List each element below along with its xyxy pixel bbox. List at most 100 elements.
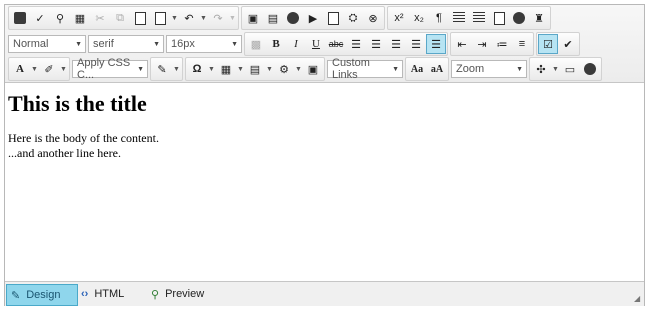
bold-button[interactable]: B	[266, 34, 286, 54]
module-manager-icon[interactable]: ▭	[560, 59, 580, 79]
underline-button[interactable]: U	[306, 34, 326, 54]
editor-mode-tabs: ✎ Design ‹› HTML ⚲ Preview	[5, 281, 644, 306]
font-size-value: 16px	[171, 38, 195, 50]
paint-brush-icon[interactable]: ✎	[152, 59, 172, 79]
font-size-up-button[interactable]: Aa	[407, 59, 427, 79]
font-color-dropdown-icon[interactable]: ▼	[30, 59, 39, 79]
indent-icon[interactable]: ⇥	[472, 34, 492, 54]
print-icon[interactable]	[10, 8, 30, 28]
link-icon[interactable]: ⊗	[363, 8, 383, 28]
toolbar-group-format: x² x₂ ¶ ♜	[387, 6, 551, 30]
font-size-select[interactable]: 16px ▼	[166, 35, 242, 53]
align-center-icon[interactable]: ☰	[366, 34, 386, 54]
bulleted-list-icon[interactable]: ≡	[512, 34, 532, 54]
paragraph-format-select[interactable]: Normal ▼	[8, 35, 86, 53]
modules-icon[interactable]: ✣	[531, 59, 551, 79]
redo-icon[interactable]: ↷	[208, 8, 228, 28]
font-size-down-button[interactable]: aA	[427, 59, 447, 79]
form-icon[interactable]	[489, 8, 509, 28]
symbol-button[interactable]: Ω	[187, 59, 207, 79]
toolbar-group-insert-2: Ω ▼ ▦ ▼ ▤ ▼ ⚙ ▼ ▣	[185, 57, 325, 81]
table-dropdown-icon[interactable]: ▼	[236, 59, 245, 79]
paste-special-icon[interactable]	[150, 8, 170, 28]
tab-design[interactable]: ✎ Design	[6, 284, 78, 306]
select-all-icon[interactable]: ▦	[70, 8, 90, 28]
content-line-2: ...and another line here.	[8, 146, 121, 160]
tab-html-label: HTML	[94, 288, 125, 300]
chevron-down-icon: ▼	[392, 65, 399, 73]
zoom-select[interactable]: Zoom ▼	[451, 60, 527, 78]
chevron-down-icon: ▼	[153, 40, 160, 48]
code-icon: ‹›	[81, 288, 89, 300]
redo-dropdown-icon[interactable]: ▼	[228, 8, 237, 28]
snippet-icon[interactable]: ⚙	[274, 59, 294, 79]
toolbar-row-2: Normal ▼ serif ▼ 16px ▼ ▩ B I U abc ☰ ☰ ☰ ☰…	[8, 32, 582, 56]
paragraph-icon[interactable]: ¶	[429, 8, 449, 28]
numbered-list-icon[interactable]: ≔	[492, 34, 512, 54]
custom-links-select[interactable]: Custom Links ▼	[327, 57, 403, 81]
image-manager-icon[interactable]: ▣	[303, 59, 323, 79]
css-class-select[interactable]: Apply CSS C... ▼	[72, 57, 148, 81]
symbol-dropdown-icon[interactable]: ▼	[207, 59, 216, 79]
brush-dropdown-icon[interactable]: ▼	[172, 59, 181, 79]
chevron-down-icon: ▼	[231, 40, 238, 48]
toolbar-group-modules: ✣ ▼ ▭	[529, 57, 602, 81]
content-body: Here is the body of the content. ...and a…	[8, 131, 644, 161]
font-color-button[interactable]: A	[10, 59, 30, 79]
format-stripper-icon[interactable]	[449, 8, 469, 28]
tab-html[interactable]: ‹› HTML	[81, 284, 124, 304]
superscript-button[interactable]: x²	[389, 8, 409, 28]
document-icon[interactable]	[323, 8, 343, 28]
resize-handle-icon[interactable]: ◢	[634, 295, 642, 303]
magnifier-icon: ⚲	[151, 288, 160, 301]
xhtml-validator-icon[interactable]: ✔	[558, 34, 578, 54]
spellcheck-icon[interactable]: ✓	[30, 8, 50, 28]
align-justify-icon[interactable]: ☰	[406, 34, 426, 54]
toolbar-row-3: A ▼ ✐ ▼ Apply CSS C... ▼ ✎ ▼ Ω ▼ ▦ ▼ ▤ ▼ …	[8, 57, 604, 81]
editor-toolbar: ✓ ⚲ ▦ ✂ ⧉ ▼ ↶ ▼ ↷ ▼ ▣ ▤ ▶ ⛭ ⊗ x² x₂ ¶ ♜ …	[5, 5, 644, 83]
cut-icon[interactable]: ✂	[90, 8, 110, 28]
paste-options-dropdown-icon[interactable]: ▼	[170, 8, 179, 28]
modules-dropdown-icon[interactable]: ▼	[551, 59, 560, 79]
undo-dropdown-icon[interactable]: ▼	[199, 8, 208, 28]
flash-icon[interactable]	[283, 8, 303, 28]
align-right-icon[interactable]: ☰	[386, 34, 406, 54]
font-name-select[interactable]: serif ▼	[88, 35, 164, 53]
toolbar-group-color: A ▼ ✐ ▼	[8, 57, 70, 81]
outdent-icon[interactable]: ⇤	[452, 34, 472, 54]
template-icon[interactable]: ⛭	[343, 8, 363, 28]
italic-button[interactable]: I	[286, 34, 306, 54]
editor-content-area[interactable]: This is the title Here is the body of th…	[5, 83, 644, 281]
tab-preview[interactable]: ⚲ Preview	[151, 284, 204, 304]
media-icon[interactable]: ▶	[303, 8, 323, 28]
find-icon[interactable]: ⚲	[50, 8, 70, 28]
show-borders-icon[interactable]: ☑	[538, 34, 558, 54]
chart-pie-icon[interactable]	[509, 8, 529, 28]
form-dropdown-icon[interactable]: ▼	[265, 59, 274, 79]
strikethrough-button[interactable]: abc	[326, 34, 346, 54]
horizontal-rule-icon[interactable]	[469, 8, 489, 28]
align-left-icon[interactable]: ☰	[346, 34, 366, 54]
about-icon[interactable]	[580, 59, 600, 79]
chevron-down-icon: ▼	[137, 65, 144, 73]
toolbar-group-insert: ▣ ▤ ▶ ⛭ ⊗	[241, 6, 385, 30]
snippet-dropdown-icon[interactable]: ▼	[294, 59, 303, 79]
highlight-color-icon[interactable]: ✐	[39, 59, 59, 79]
table-icon[interactable]: ▦	[216, 59, 236, 79]
tab-preview-label: Preview	[165, 288, 205, 300]
highlight-dropdown-icon[interactable]: ▼	[59, 59, 68, 79]
image-map-icon[interactable]: ▤	[263, 8, 283, 28]
toolbar-group-tools: ✎ ▼	[150, 57, 183, 81]
clean-icon[interactable]: ♜	[529, 8, 549, 28]
toolbar-row-1: ✓ ⚲ ▦ ✂ ⧉ ▼ ↶ ▼ ↷ ▼ ▣ ▤ ▶ ⛭ ⊗ x² x₂ ¶ ♜	[8, 6, 553, 30]
align-none-icon[interactable]: ☰	[426, 34, 446, 54]
form-elements-icon[interactable]: ▤	[245, 59, 265, 79]
subscript-button[interactable]: x₂	[409, 8, 429, 28]
toolbar-group-xhtml: ☑ ✔	[536, 32, 580, 56]
copy-icon[interactable]: ⧉	[110, 8, 130, 28]
format-painter-icon[interactable]: ▩	[246, 34, 266, 54]
image-icon[interactable]: ▣	[243, 8, 263, 28]
font-name-value: serif	[93, 38, 114, 50]
undo-icon[interactable]: ↶	[179, 8, 199, 28]
paste-icon[interactable]	[130, 8, 150, 28]
